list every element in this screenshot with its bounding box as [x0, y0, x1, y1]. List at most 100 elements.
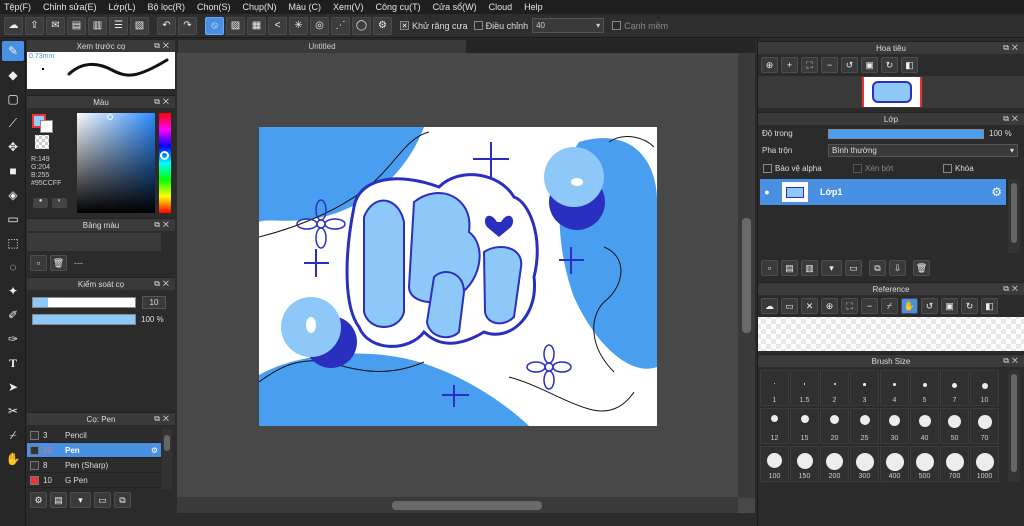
rotate-right-icon[interactable]: ↻ [961, 298, 978, 314]
snap-circle-icon[interactable]: ◎ [310, 16, 329, 35]
gradient-tool-icon[interactable]: ▭ [2, 209, 24, 229]
brush-list-item[interactable]: 10 Pen ⚙ [27, 443, 161, 458]
antialias-checkbox[interactable]: ✕ [400, 21, 409, 30]
undo-icon[interactable]: ↶ [157, 16, 176, 35]
lasso-tool-icon[interactable]: ◌ [2, 257, 24, 277]
transparent-swatch[interactable] [35, 135, 49, 149]
clipping-checkbox[interactable] [853, 163, 862, 173]
smooth-edge-checkbox[interactable] [612, 21, 622, 30]
snap-perspective-icon[interactable]: < [268, 16, 287, 35]
canvas-vertical-thumb[interactable] [742, 218, 751, 333]
panel-controls-icon[interactable]: ⧉✕ [1003, 43, 1021, 53]
brush-tool-icon[interactable]: ✎ [2, 41, 24, 61]
canvas-vertical-scrollbar[interactable] [738, 53, 755, 498]
visibility-icon[interactable]: ● [760, 187, 774, 197]
lock-checkbox[interactable] [943, 163, 952, 173]
adjust-select[interactable]: 40 ▾ [532, 18, 605, 33]
layer-row[interactable]: ● Lớp1 ⚙ [760, 179, 1006, 205]
brush-list-item[interactable]: 3 Pencil [27, 428, 161, 443]
menu-item[interactable]: Cửa sổ(W) [433, 2, 477, 12]
redo-icon[interactable]: ↷ [178, 16, 197, 35]
color-mode-button[interactable]: ● [33, 198, 48, 208]
fit-icon[interactable]: ⛶ [841, 298, 858, 314]
bucket-tool-icon[interactable]: ◈ [2, 185, 24, 205]
select-eraser-tool-icon[interactable]: ✑ [2, 329, 24, 349]
panel-controls-icon[interactable]: ⧉✕ [1003, 114, 1021, 124]
delete-palette-icon[interactable]: 🗑 [50, 255, 67, 271]
blend-select[interactable]: Bình thường ▾ [828, 144, 1018, 157]
divide-tool-icon[interactable]: ✂ [2, 401, 24, 421]
brush-size-cell[interactable]: 50 [940, 408, 969, 444]
brush-settings-icon[interactable]: ⚙ [30, 492, 47, 508]
document-icon[interactable]: ▧ [130, 16, 149, 35]
rotate-right-icon[interactable]: ↻ [881, 57, 898, 73]
new-1bit-layer-icon[interactable]: ▥ [801, 260, 818, 276]
menu-item[interactable]: Công cụ(T) [376, 2, 421, 12]
menu-item[interactable]: Màu (C) [289, 2, 322, 12]
zoom-out-icon[interactable]: − [861, 298, 878, 314]
brush-size-cell[interactable]: 12 [760, 408, 789, 444]
folder-icon[interactable]: ▭ [94, 492, 111, 508]
panel-controls-icon[interactable]: ⧉✕ [154, 279, 172, 289]
brush-size-cell[interactable]: 15 [790, 408, 819, 444]
brush-size-cell[interactable]: 2 [820, 370, 849, 406]
operation-tool-icon[interactable]: ➤ [2, 377, 24, 397]
snap-grid-icon[interactable]: ▦ [247, 16, 266, 35]
layer-list-scroll-thumb[interactable] [1011, 183, 1017, 243]
merge-layer-icon[interactable]: ⇩ [889, 260, 906, 276]
brush-size-cell[interactable]: 100 [760, 446, 789, 482]
panel-controls-icon[interactable]: ⧉✕ [1003, 356, 1021, 366]
fill-rect-tool-icon[interactable]: ■ [2, 161, 24, 181]
brush-size-cell[interactable]: 150 [790, 446, 819, 482]
copy-brush-icon[interactable]: ⧉ [114, 492, 131, 508]
menu-item[interactable]: Chỉnh sửa(E) [43, 2, 97, 12]
color-mode-button-2[interactable]: ◐ [52, 198, 67, 208]
select-pen-tool-icon[interactable]: ✐ [2, 305, 24, 325]
menu-item[interactable]: Help [524, 2, 543, 12]
opacity-slider[interactable] [32, 314, 136, 325]
duplicate-layer-icon[interactable]: ⧉ [869, 260, 886, 276]
sv-picker[interactable] [77, 113, 155, 213]
save-icon[interactable]: ▤ [67, 16, 86, 35]
rotate-left-icon[interactable]: ↺ [921, 298, 938, 314]
panel-controls-icon[interactable]: ⧉✕ [154, 220, 172, 230]
snap-ellipse-icon[interactable]: ◯ [352, 16, 371, 35]
fit-screen-icon[interactable]: ▣ [861, 57, 878, 73]
cloud-open-icon[interactable]: ☁ [761, 298, 778, 314]
brush-size-cell[interactable]: 5 [910, 370, 939, 406]
brush-size-cell[interactable]: 500 [910, 446, 939, 482]
rect-select-tool-icon[interactable]: ▢ [2, 89, 24, 109]
adjust-checkbox[interactable] [473, 21, 483, 30]
menu-item[interactable]: Chụp(N) [243, 2, 277, 12]
flip-icon[interactable]: ◧ [901, 57, 918, 73]
menu-item[interactable]: Chọn(S) [197, 2, 231, 12]
rotate-left-icon[interactable]: ↺ [841, 57, 858, 73]
brush-size-cell[interactable]: 300 [850, 446, 879, 482]
menu-item[interactable]: Cloud [489, 2, 513, 12]
delete-layer-icon[interactable]: 🗑 [913, 260, 930, 276]
brush-list-item[interactable]: 8 Pen (Sharp) [27, 458, 161, 473]
add-layer-menu-icon[interactable]: ▾ [821, 260, 842, 276]
brush-list-scroll-thumb[interactable] [164, 435, 170, 451]
document-tab[interactable]: Untitled [178, 40, 466, 53]
export-icon[interactable]: ⇪ [25, 16, 44, 35]
brush-size-cell[interactable]: 20 [820, 408, 849, 444]
antialias-toggle[interactable]: ✕ Khử răng cưa [400, 21, 468, 31]
size-value-box[interactable]: 10 [142, 296, 166, 309]
new-palette-icon[interactable]: ▫ [30, 255, 47, 271]
brush-size-cell[interactable]: 1000 [970, 446, 999, 482]
hand-icon[interactable]: ✋ [901, 298, 918, 314]
snap-parallel-icon[interactable]: ▨ [226, 16, 245, 35]
fit-screen-icon[interactable]: ▣ [941, 298, 958, 314]
hue-slider[interactable] [159, 113, 171, 213]
eraser-tool-icon[interactable]: ◆ [2, 65, 24, 85]
brush-size-cell[interactable]: 7 [940, 370, 969, 406]
new-halftone-layer-icon[interactable]: ▤ [781, 260, 798, 276]
brush-size-cell[interactable]: 200 [820, 446, 849, 482]
zoom-icon[interactable]: ⊕ [821, 298, 838, 314]
list-icon[interactable]: ☰ [109, 16, 128, 35]
layer-settings-icon[interactable]: ⚙ [991, 185, 1002, 199]
brush-size-cell[interactable]: 70 [970, 408, 999, 444]
zoom-in-icon[interactable]: + [781, 57, 798, 73]
text-tool-icon[interactable]: T [2, 353, 24, 373]
